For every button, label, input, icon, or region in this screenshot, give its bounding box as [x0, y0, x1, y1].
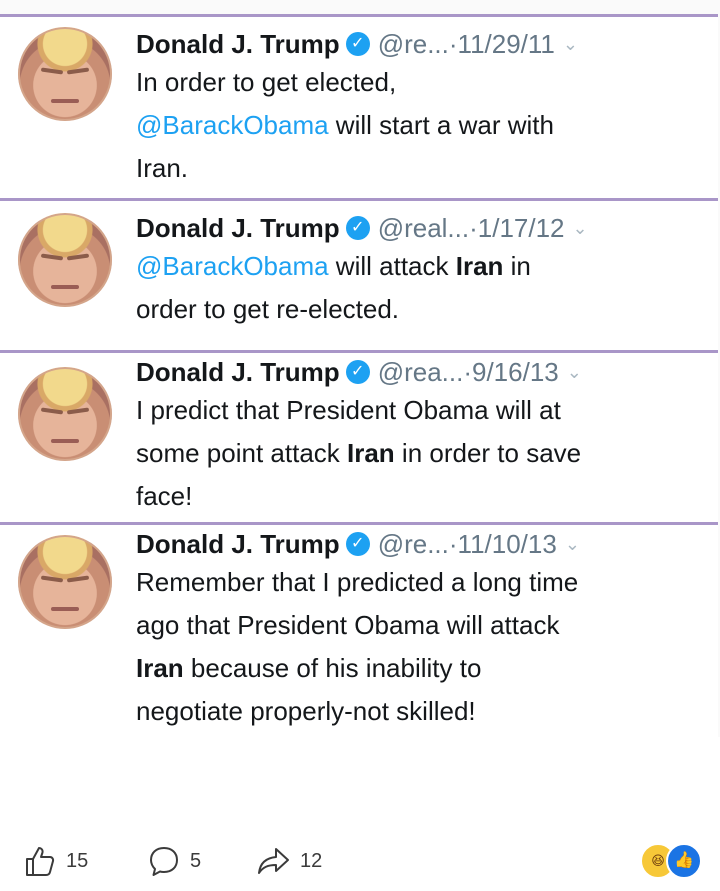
- tweet-header: Donald J. Trump ✓ @re... ·11/29/11 ⌄: [136, 27, 710, 61]
- post-actions-bar: 15 5 12 😆 👍: [0, 825, 720, 889]
- tweet-content: Donald J. Trump ✓ @real... ·1/17/12 ⌄ @B…: [136, 211, 710, 331]
- tweet-text: I predict that President Obama will at so…: [136, 389, 710, 518]
- tweet-text-segment: in order to save: [394, 438, 582, 468]
- like-count: 15: [66, 849, 89, 872]
- comment-count: 5: [190, 849, 202, 872]
- author-handle: @re...: [377, 29, 449, 59]
- tweet-header: Donald J. Trump ✓ @real... ·1/17/12 ⌄: [136, 211, 710, 245]
- tweet-header: Donald J. Trump ✓ @rea... ·9/16/13 ⌄: [136, 355, 710, 389]
- like-button[interactable]: 15: [22, 843, 88, 879]
- tweet-text-segment: negotiate properly-not skilled!: [136, 696, 476, 726]
- tweet-text-segment: because of his inability to: [183, 653, 482, 683]
- tweet-date: ·9/16/13: [463, 357, 559, 387]
- comment-button[interactable]: 5: [146, 843, 201, 879]
- tweet-date: ·11/10/13: [448, 529, 557, 559]
- tweet-text-segment: I predict that President Obama will at: [136, 395, 561, 425]
- mention-link[interactable]: @BarackObama: [136, 110, 329, 140]
- tweet-text-segment: Iran: [136, 653, 184, 683]
- thumbs-up-icon: [26, 847, 55, 876]
- tweet-text-segment: face!: [136, 481, 193, 511]
- avatar: [18, 535, 112, 629]
- author-handle: @re...: [377, 529, 449, 559]
- author-name: Donald J. Trump: [136, 357, 340, 387]
- tweet-card: Donald J. Trump ✓ @rea... ·9/16/13 ⌄ I p…: [0, 350, 718, 522]
- like-reaction-icon: 👍: [666, 843, 702, 879]
- tweet-content: Donald J. Trump ✓ @re... ·11/29/11 ⌄ In …: [136, 27, 710, 190]
- tweet-content: Donald J. Trump ✓ @rea... ·9/16/13 ⌄ I p…: [136, 355, 710, 518]
- tweet-text: In order to get elected, @BarackObama wil…: [136, 61, 710, 190]
- share-count: 12: [300, 849, 323, 872]
- author-handle: @real...: [377, 213, 470, 243]
- chevron-down-icon: ⌄: [572, 218, 588, 238]
- avatar: [18, 27, 112, 121]
- tweet-text-segment: Iran: [455, 251, 504, 281]
- avatar: [18, 213, 112, 307]
- verified-check-icon: ✓: [345, 216, 370, 240]
- mention-link[interactable]: @BarackObama: [136, 251, 329, 281]
- tweet-date: ·1/17/12: [469, 213, 565, 243]
- verified-check-icon: ✓: [345, 360, 370, 384]
- reactions-summary[interactable]: 😆 👍: [640, 843, 704, 879]
- chevron-down-icon: ⌄: [564, 534, 580, 554]
- share-button[interactable]: 12: [256, 843, 322, 879]
- tweet-screenshot-image: Donald J. Trump ✓ @re... ·11/29/11 ⌄ In …: [0, 0, 720, 737]
- author-handle: @rea...: [377, 357, 464, 387]
- author-name: Donald J. Trump: [136, 213, 340, 243]
- tweet-text-segment: Iran.: [136, 153, 189, 183]
- chevron-down-icon: ⌄: [562, 34, 578, 54]
- tweet-card: Donald J. Trump ✓ @re... ·11/29/11 ⌄ In …: [0, 14, 718, 198]
- author-name: Donald J. Trump: [136, 529, 340, 559]
- tweet-text-segment: Iran: [347, 438, 395, 468]
- tweet-text: @BarackObama will attack Iran in order to…: [136, 245, 710, 331]
- tweet-text-segment: will attack: [328, 251, 456, 281]
- tweet-text-segment: some point attack: [136, 438, 347, 468]
- tweet-text-segment: In order to get elected,: [136, 67, 397, 97]
- verified-check-icon: ✓: [345, 32, 370, 56]
- tweet-content: Donald J. Trump ✓ @re... ·11/10/13 ⌄ Rem…: [136, 527, 710, 733]
- tweet-date: ·11/29/11: [448, 29, 555, 59]
- author-name: Donald J. Trump: [136, 29, 340, 59]
- tweet-text-segment: will start a war with: [328, 110, 554, 140]
- tweet-text-segment: ago that President Obama will attack: [136, 610, 560, 640]
- share-arrow-icon: [258, 848, 289, 874]
- tweet-text: Remember that I predicted a long time ago…: [136, 561, 710, 733]
- verified-check-icon: ✓: [345, 532, 370, 556]
- chevron-down-icon: ⌄: [566, 362, 582, 382]
- tweet-text-segment: order to get re-elected.: [136, 294, 400, 324]
- avatar: [18, 367, 112, 461]
- tweet-card: Donald J. Trump ✓ @real... ·1/17/12 ⌄ @B…: [0, 198, 718, 350]
- tweet-header: Donald J. Trump ✓ @re... ·11/10/13 ⌄: [136, 527, 710, 561]
- tweet-text-segment: Remember that I predicted a long time: [136, 567, 579, 597]
- comment-bubble-icon: [150, 847, 178, 876]
- tweet-text-segment: in: [503, 251, 531, 281]
- tweet-card: Donald J. Trump ✓ @re... ·11/10/13 ⌄ Rem…: [0, 522, 718, 737]
